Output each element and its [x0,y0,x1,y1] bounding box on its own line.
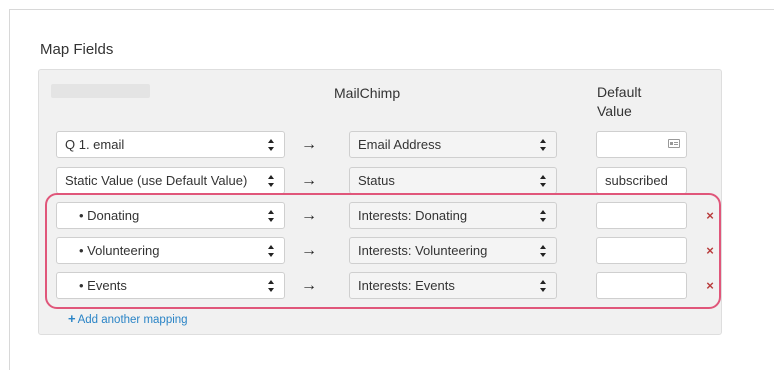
select-chevron-icon [540,139,548,151]
select-chevron-icon [268,210,276,222]
source-select-value: • Volunteering [79,243,160,258]
mailchimp-select-value: Interests: Volunteering [358,243,488,258]
mailchimp-select-value: Status [358,173,395,188]
select-chevron-icon [540,280,548,292]
mailchimp-select-status[interactable]: Status [349,167,557,194]
add-another-mapping-link[interactable]: + Add another mapping [68,311,188,326]
source-select-value: • Events [79,278,127,293]
default-value-text: subscribed [605,173,668,188]
mailchimp-select-value: Interests: Donating [358,208,468,223]
mailchimp-select-events[interactable]: Interests: Events [349,272,557,299]
add-mapping-label: Add another mapping [77,314,188,326]
remove-mapping-icon[interactable]: × [703,272,717,299]
source-select-events[interactable]: • Events [56,272,285,299]
remove-mapping-icon[interactable]: × [703,237,717,264]
select-chevron-icon [540,210,548,222]
select-chevron-icon [268,139,276,151]
source-select-static-value[interactable]: Static Value (use Default Value) [56,167,285,194]
source-select-volunteering[interactable]: • Volunteering [56,237,285,264]
source-select-value: Q 1. email [65,137,125,152]
source-select-value: Static Value (use Default Value) [65,173,248,188]
default-value-input-donating[interactable] [596,202,687,229]
select-chevron-icon [540,245,548,257]
mapping-arrow-icon: → [301,172,317,189]
remove-mapping-icon[interactable]: × [703,202,717,229]
mapping-arrow-icon: → [301,277,317,294]
mailchimp-select-donating[interactable]: Interests: Donating [349,202,557,229]
mapping-arrow-icon: → [301,207,317,224]
mapping-arrow-icon: → [301,136,317,153]
mapping-arrow-icon: → [301,242,317,259]
default-value-column-header: Default Value [597,84,642,119]
source-column-header-redacted [51,84,150,98]
default-value-input-events[interactable] [596,272,687,299]
select-chevron-icon [268,280,276,292]
mailchimp-select-value: Email Address [358,137,442,152]
mailchimp-column-header: MailChimp [334,85,401,101]
select-chevron-icon [268,245,276,257]
default-value-input-status[interactable]: subscribed [596,167,687,194]
default-value-input-volunteering[interactable] [596,237,687,264]
plus-icon: + [68,311,76,326]
mailchimp-select-volunteering[interactable]: Interests: Volunteering [349,237,557,264]
mailchimp-select-email[interactable]: Email Address [349,131,557,158]
mailchimp-select-value: Interests: Events [358,278,455,293]
select-chevron-icon [540,175,548,187]
default-value-input-email[interactable] [596,131,687,158]
source-select-donating[interactable]: • Donating [56,202,285,229]
section-title: Map Fields [40,41,114,58]
source-select-value: • Donating [79,208,140,223]
source-select-email[interactable]: Q 1. email [56,131,285,158]
contact-card-icon [668,139,680,148]
select-chevron-icon [268,175,276,187]
